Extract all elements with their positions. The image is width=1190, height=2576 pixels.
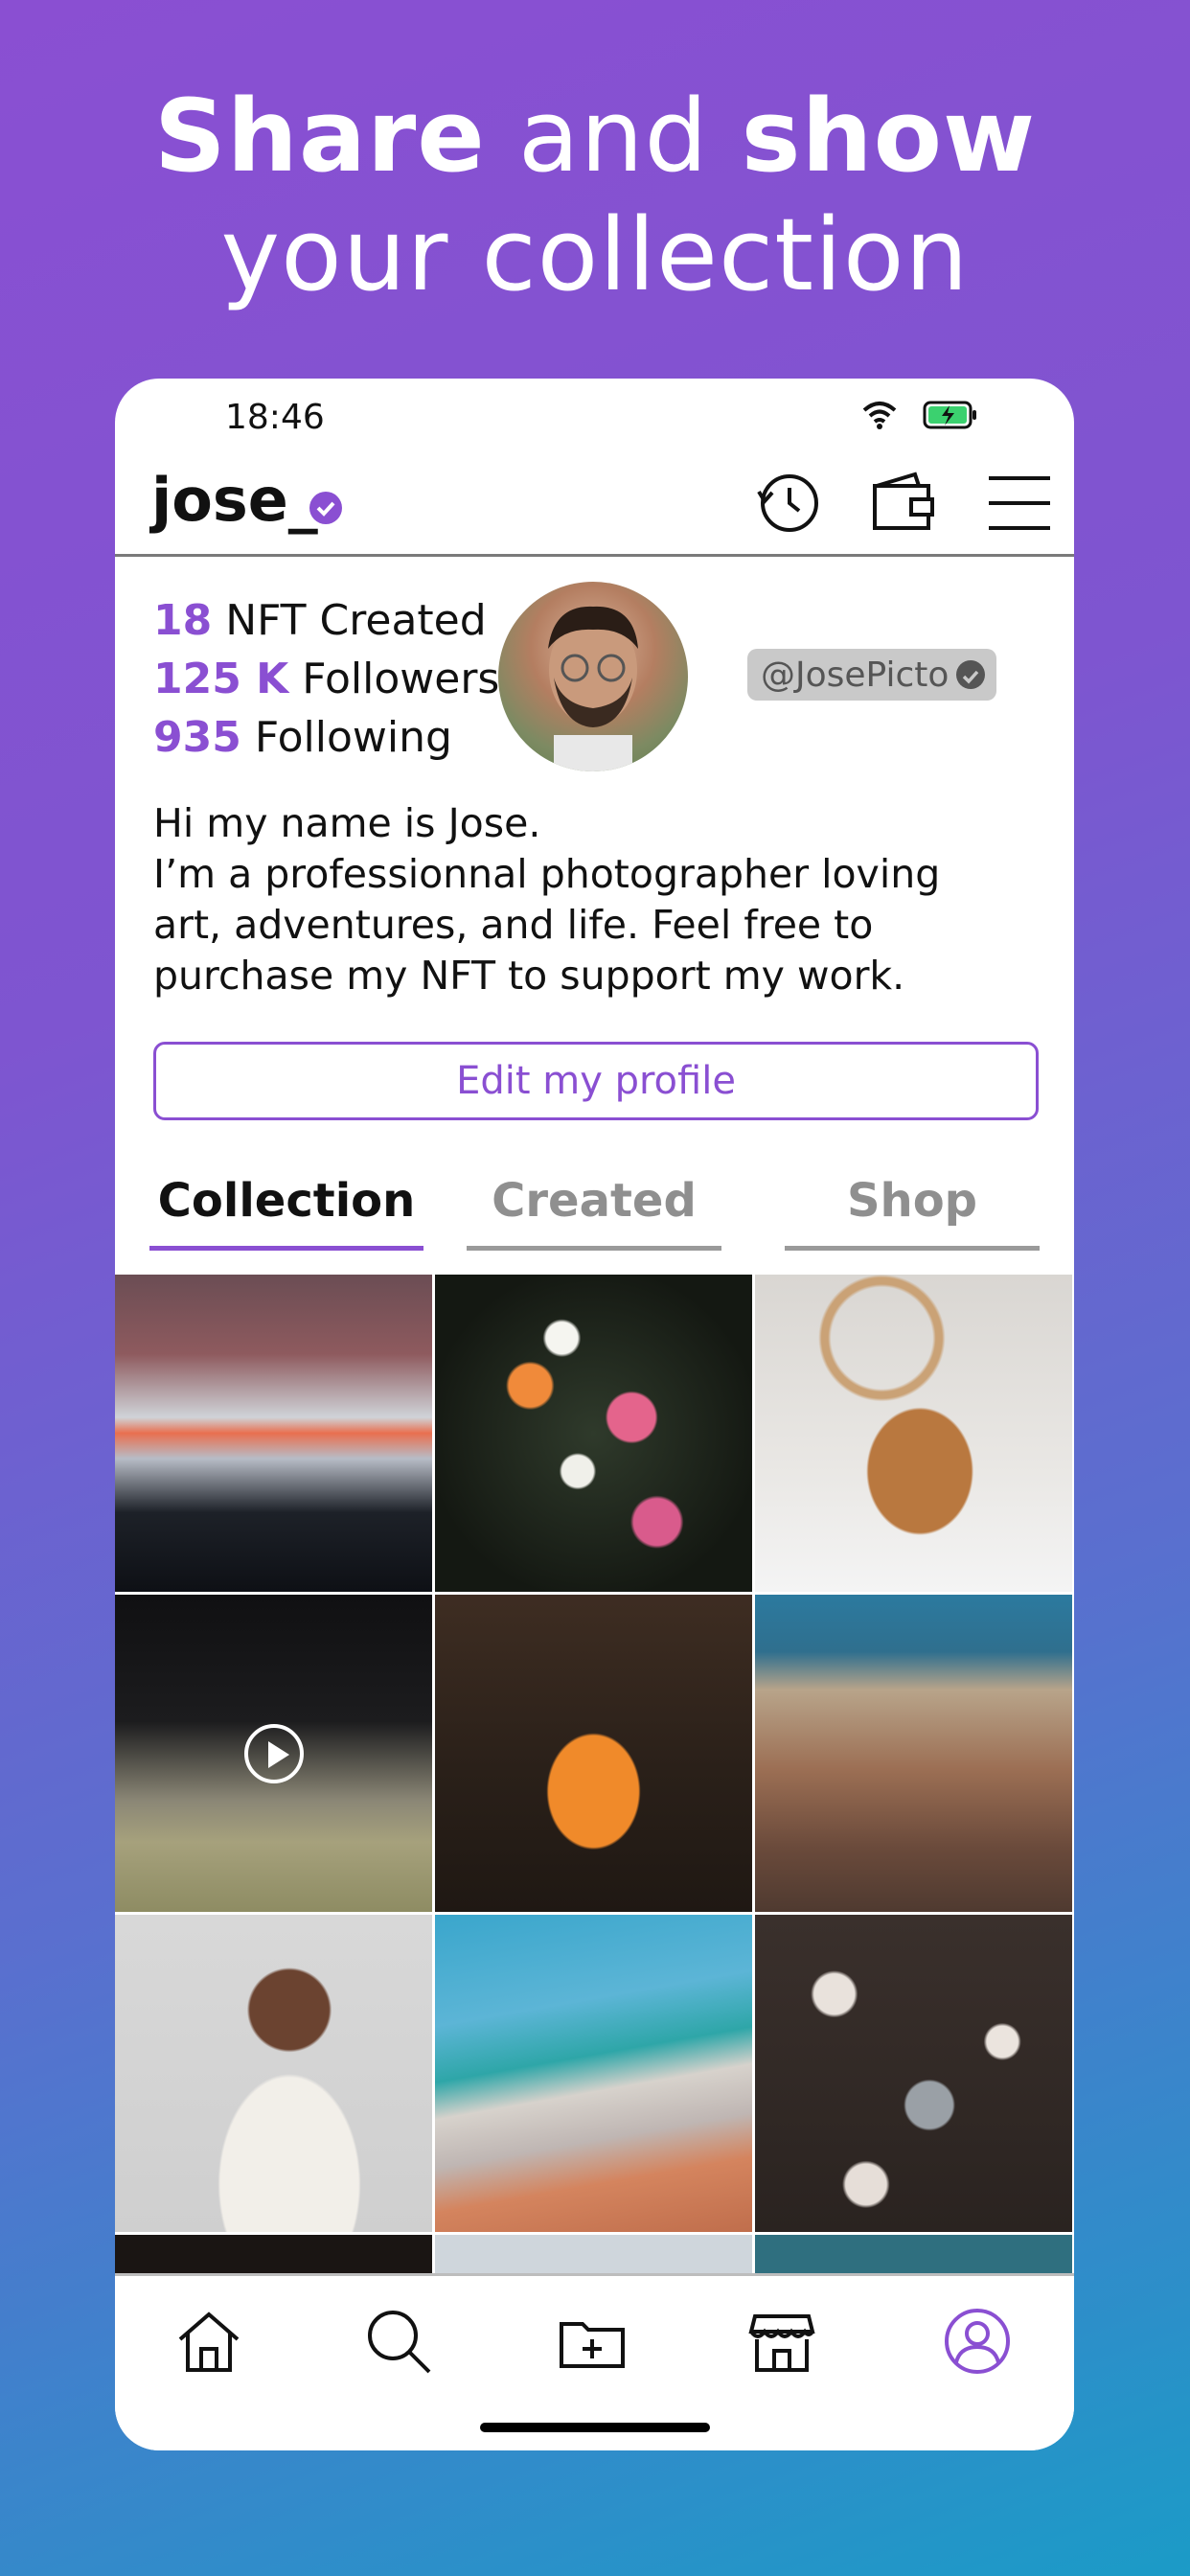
wifi-icon xyxy=(862,402,897,429)
profile-icon[interactable] xyxy=(941,2305,1014,2378)
stat-label: NFT Created xyxy=(212,596,487,645)
grid-item-partial[interactable] xyxy=(435,2235,752,2273)
tab-collection[interactable]: Collection xyxy=(149,1174,423,1251)
bio-line: art, adventures, and life. Feel free to xyxy=(153,902,874,948)
grid-item-camera-in-hand[interactable] xyxy=(755,1915,1072,2232)
topbar-divider xyxy=(115,554,1074,557)
avatar[interactable] xyxy=(498,582,688,771)
phone-screen: 18:46 jose_ 18 NFT Created 125 K Followe… xyxy=(115,379,1074,2450)
headline-line2: your collection xyxy=(220,196,970,313)
profile-bio: Hi my name is Jose. I’m a professionnal … xyxy=(153,798,1035,1001)
stat-nft-created[interactable]: 18 NFT Created xyxy=(153,591,499,650)
tab-indicator xyxy=(467,1246,721,1251)
tab-label: Shop xyxy=(846,1174,978,1228)
profile-topbar: jose_ xyxy=(115,465,1074,551)
stat-label: Following xyxy=(240,713,452,762)
grid-item-orange-sports-car[interactable] xyxy=(435,1595,752,1912)
tab-shop[interactable]: Shop xyxy=(785,1174,1040,1251)
home-icon[interactable] xyxy=(172,2305,245,2378)
status-icons xyxy=(861,400,978,430)
bio-line: purchase my NFT to support my work. xyxy=(153,953,905,999)
shop-icon[interactable] xyxy=(745,2305,818,2378)
verified-badge-icon xyxy=(309,492,342,524)
promo-headline: Share and show your collection xyxy=(0,77,1190,314)
menu-icon[interactable] xyxy=(983,467,1054,538)
stat-label: Followers xyxy=(288,655,500,703)
tab-label: Created xyxy=(492,1174,697,1228)
grid-item-baseball-game[interactable] xyxy=(115,1595,432,1912)
stat-following[interactable]: 935 Following xyxy=(153,708,499,767)
grid-item-flower-bouquet[interactable] xyxy=(435,1275,752,1592)
grid-item-poodle-dog[interactable] xyxy=(755,1275,1072,1592)
headline-bold-show: show xyxy=(741,78,1037,195)
history-icon[interactable] xyxy=(753,467,824,538)
tab-created[interactable]: Created xyxy=(467,1174,721,1251)
headline-bold-share: Share xyxy=(153,78,486,195)
bio-line: I’m a professionnal photographer loving xyxy=(153,851,941,897)
bio-line: Hi my name is Jose. xyxy=(153,800,541,846)
profile-stats: 18 NFT Created 125 K Followers 935 Follo… xyxy=(153,591,499,767)
stat-value: 935 xyxy=(153,713,241,762)
handle-verified-icon xyxy=(956,660,986,689)
home-indicator[interactable] xyxy=(480,2423,710,2432)
grid-item-city-aerial[interactable] xyxy=(755,1595,1072,1912)
tab-indicator xyxy=(785,1246,1040,1251)
stat-value: 18 xyxy=(153,596,213,645)
handle-text: @JosePicto xyxy=(761,655,950,695)
stat-value: 125 K xyxy=(153,655,289,703)
grid-item-partial[interactable] xyxy=(755,2235,1072,2273)
profile-tabs: Collection Created Shop xyxy=(115,1174,1074,1251)
play-icon[interactable] xyxy=(243,1723,304,1783)
handle-badge: @JosePicto xyxy=(747,649,997,701)
grid-item-smiling-woman[interactable] xyxy=(115,1915,432,2232)
grid-item-partial[interactable] xyxy=(115,2235,432,2273)
search-icon[interactable] xyxy=(362,2305,435,2378)
tab-indicator xyxy=(149,1246,423,1251)
username: jose_ xyxy=(151,465,318,535)
grid-item-mountain-sunset[interactable] xyxy=(115,1275,432,1592)
status-time: 18:46 xyxy=(225,398,325,437)
headline-and: and xyxy=(485,78,742,195)
wallet-icon[interactable] xyxy=(869,467,940,538)
grid-item-train[interactable] xyxy=(435,1915,752,2232)
edit-profile-button[interactable]: Edit my profile xyxy=(153,1042,1039,1120)
tab-label: Collection xyxy=(157,1174,416,1228)
add-folder-icon[interactable] xyxy=(556,2305,629,2378)
stat-followers[interactable]: 125 K Followers xyxy=(153,650,499,708)
battery-charging-icon xyxy=(923,401,976,429)
avatar-portrait xyxy=(548,606,638,771)
